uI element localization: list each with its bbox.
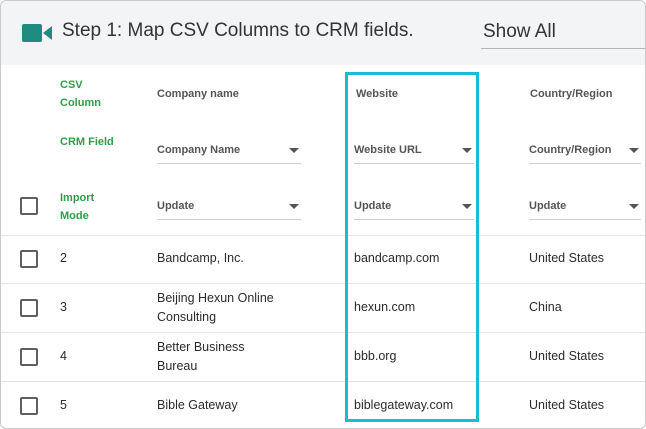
chevron-down-icon — [289, 148, 299, 153]
company-cell: Better Business Bureau — [157, 340, 245, 373]
row-number: 2 — [60, 251, 67, 265]
header-bar: Step 1: Map CSV Columns to CRM fields. S… — [1, 1, 645, 65]
website-cell: bbb.org — [354, 349, 397, 363]
chevron-down-icon — [462, 204, 472, 209]
country-cell: United States — [529, 398, 605, 412]
country-cell: United States — [529, 349, 605, 363]
chevron-down-icon — [289, 204, 299, 209]
website-cell: hexun.com — [354, 300, 416, 314]
csv-column-country-region: Country/Region — [530, 88, 613, 100]
website-cell: bandcamp.com — [354, 251, 440, 265]
row-divider — [1, 235, 645, 236]
row-checkbox[interactable] — [20, 348, 38, 366]
row-divider — [1, 332, 645, 333]
crm-field-select-company[interactable]: Company Name — [157, 139, 301, 164]
crm-field-select-website[interactable]: Website URL — [354, 139, 474, 164]
row-number: 3 — [60, 300, 67, 314]
csv-column-company-name: Company name — [157, 88, 239, 100]
row-number: 4 — [60, 349, 67, 363]
website-cell: biblegateway.com — [354, 398, 454, 412]
import-mode-label: Import Mode — [60, 192, 95, 222]
select-all-checkbox[interactable] — [20, 197, 38, 215]
csv-column-website: Website — [356, 88, 398, 100]
import-mode-value: Update — [529, 200, 567, 212]
website-column-highlight — [345, 72, 479, 422]
show-all-underline — [481, 48, 645, 49]
import-mode-value: Update — [157, 200, 195, 212]
crm-field-value: Country/Region — [529, 144, 612, 156]
import-mode-select-website[interactable]: Update — [354, 195, 474, 220]
video-camera-icon — [22, 24, 52, 42]
import-mode-select-country[interactable]: Update — [529, 195, 641, 220]
import-mode-select-company[interactable]: Update — [157, 195, 301, 220]
row-checkbox[interactable] — [20, 299, 38, 317]
chevron-down-icon — [629, 204, 639, 209]
row-checkbox[interactable] — [20, 250, 38, 268]
row-number: 5 — [60, 398, 67, 412]
show-all-dropdown[interactable]: Show All — [483, 21, 556, 43]
row-divider — [1, 381, 645, 382]
company-cell: Bible Gateway — [157, 398, 238, 412]
company-cell: Beijing Hexun Online Consulting — [157, 291, 274, 324]
csv-mapping-panel: Step 1: Map CSV Columns to CRM fields. S… — [0, 0, 646, 429]
chevron-down-icon — [462, 148, 472, 153]
crm-field-value: Website URL — [354, 144, 422, 156]
row-divider — [1, 283, 645, 284]
crm-field-label: CRM Field — [60, 136, 114, 148]
csv-column-label: CSV Column — [60, 79, 101, 109]
company-cell: Bandcamp, Inc. — [157, 251, 244, 265]
page-title: Step 1: Map CSV Columns to CRM fields. — [62, 20, 414, 41]
crm-field-select-country[interactable]: Country/Region — [529, 139, 641, 164]
chevron-down-icon — [629, 148, 639, 153]
import-mode-value: Update — [354, 200, 392, 212]
country-cell: China — [529, 300, 562, 314]
country-cell: United States — [529, 251, 605, 265]
crm-field-value: Company Name — [157, 144, 241, 156]
row-checkbox[interactable] — [20, 397, 38, 415]
